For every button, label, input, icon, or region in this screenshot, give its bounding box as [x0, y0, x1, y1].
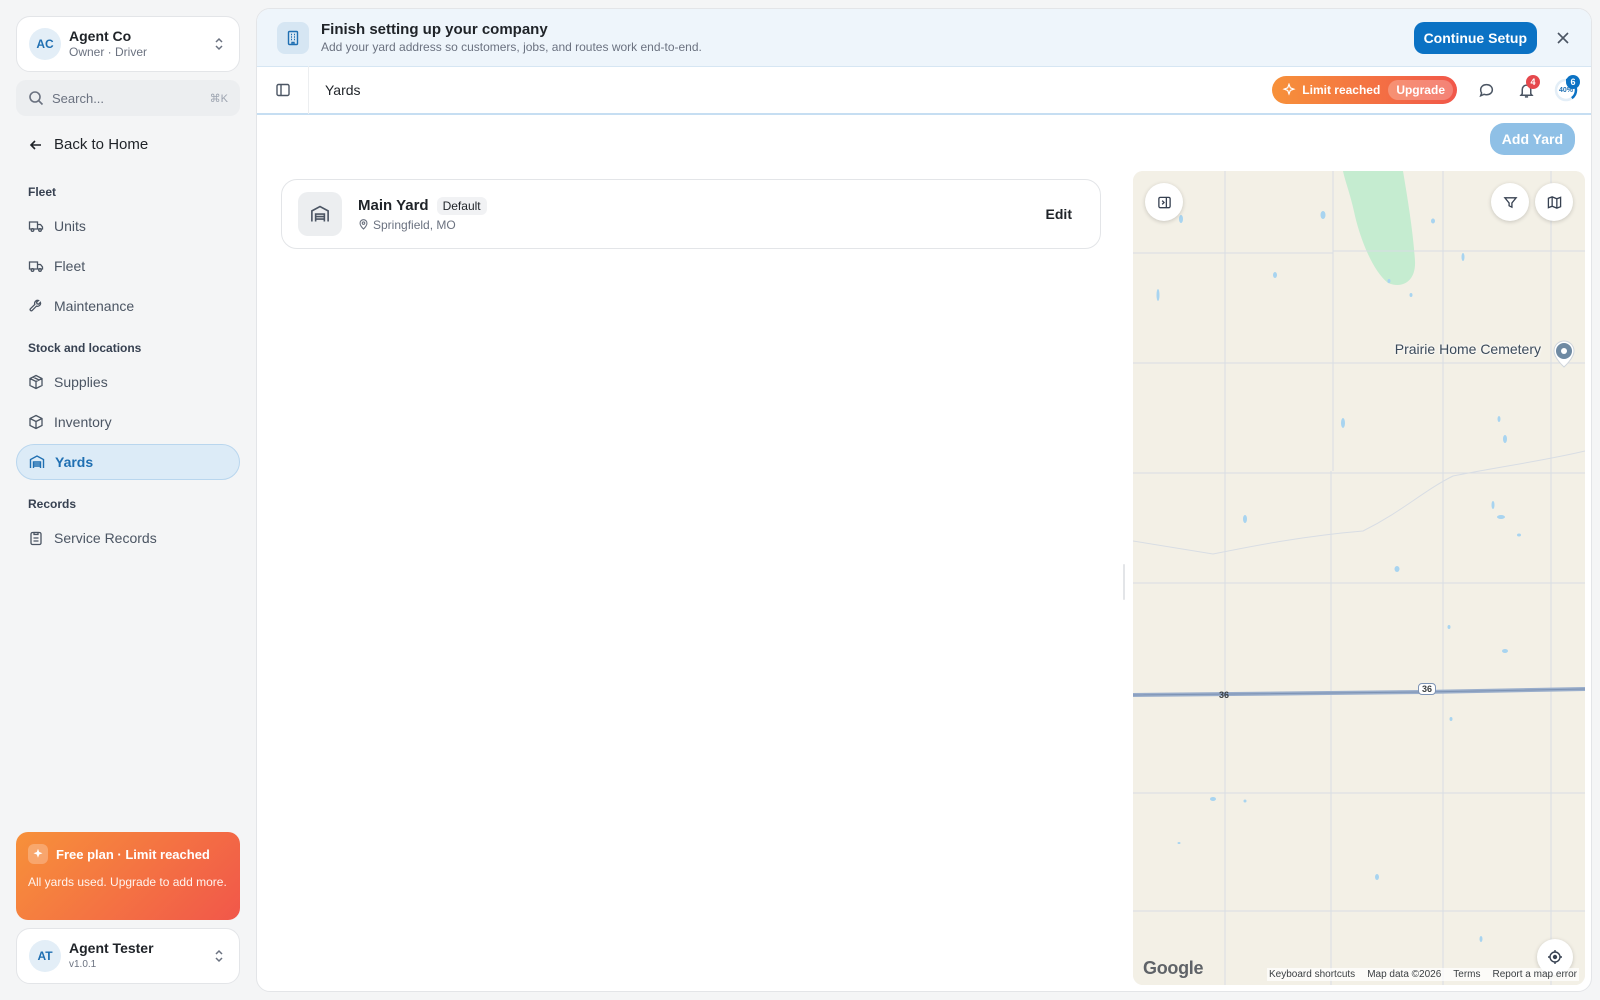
- sidebar-toggle-icon[interactable]: [257, 66, 309, 114]
- close-icon[interactable]: [1553, 28, 1573, 48]
- collapse-panel-icon[interactable]: [1145, 183, 1183, 221]
- breadcrumb: Yards: [325, 82, 361, 98]
- sidebar-item-service-records[interactable]: Service Records: [16, 520, 240, 556]
- sidebar-item-label: Service Records: [54, 530, 157, 546]
- sidebar-item-label: Inventory: [54, 414, 112, 430]
- warehouse-icon: [298, 192, 342, 236]
- sidebar-item-inventory[interactable]: Inventory: [16, 404, 240, 440]
- banner-subtitle: Add your yard address so customers, jobs…: [321, 39, 702, 54]
- chevrons-up-down-icon: [215, 949, 223, 963]
- sidebar-item-maintenance[interactable]: Maintenance: [16, 288, 240, 324]
- promo-body: All yards used. Upgrade to add more.: [28, 875, 227, 889]
- yard-card[interactable]: Main Yard Default Springfield, MO Edit: [281, 179, 1101, 249]
- user-menu[interactable]: AT Agent Tester v1.0.1: [16, 928, 240, 984]
- setup-banner: Finish setting up your company Add your …: [257, 9, 1591, 67]
- map-tiles: [1133, 171, 1585, 985]
- nav-section-records: Records: [28, 497, 77, 511]
- continue-setup-button[interactable]: Continue Setup: [1413, 21, 1537, 54]
- truck-icon: [28, 261, 44, 272]
- sidebar-item-fleet[interactable]: Fleet: [16, 248, 240, 284]
- banner-title: Finish setting up your company: [321, 20, 548, 38]
- chevrons-up-down-icon: [215, 37, 223, 51]
- setup-count-badge: 6: [1566, 75, 1580, 89]
- top-bar: Yards Limit reached Upgrade 4 40% 6: [257, 66, 1591, 115]
- filter-icon[interactable]: [1491, 183, 1529, 221]
- search-shortcut: ⌘K: [209, 92, 228, 105]
- user-avatar: AT: [29, 940, 61, 972]
- org-avatar: AC: [29, 28, 61, 60]
- promo-title: Free plan · Limit reached: [56, 846, 210, 862]
- edit-yard-button[interactable]: Edit: [1034, 200, 1084, 228]
- search-input[interactable]: Search... ⌘K: [16, 80, 240, 116]
- clipboard-icon: [30, 531, 42, 546]
- wrench-icon: [29, 299, 42, 312]
- yards-map[interactable]: Prairie Home Cemetery 36 36 Google Keybo…: [1133, 171, 1585, 985]
- route-label: 36: [1219, 690, 1230, 700]
- yard-location: Springfield, MO: [373, 217, 456, 232]
- back-to-home-link[interactable]: Back to Home: [28, 136, 148, 153]
- search-icon: [29, 91, 44, 106]
- add-yard-button[interactable]: Add Yard: [1489, 123, 1575, 155]
- package-icon: [29, 374, 43, 390]
- sidebar-item-label: Fleet: [54, 258, 86, 274]
- sidebar-item-units[interactable]: Units: [16, 208, 240, 244]
- bell-icon[interactable]: 4: [1507, 71, 1545, 109]
- sidebar-item-supplies[interactable]: Supplies: [16, 364, 240, 400]
- sidebar-item-label: Units: [54, 218, 86, 234]
- limit-label: Limit reached: [1302, 83, 1381, 97]
- nav-section-fleet: Fleet: [28, 185, 57, 199]
- sidebar-item-label: Maintenance: [54, 298, 135, 314]
- terms-link[interactable]: Terms: [1453, 969, 1480, 980]
- app-version: v1.0.1: [69, 959, 97, 970]
- limit-reached-pill[interactable]: Limit reached Upgrade: [1272, 76, 1457, 104]
- keyboard-shortcuts-link[interactable]: Keyboard shortcuts: [1269, 969, 1355, 980]
- arrow-left-icon: [29, 139, 41, 150]
- setup-progress-ring[interactable]: 40% 6: [1547, 71, 1585, 109]
- upgrade-button[interactable]: Upgrade: [1388, 80, 1453, 100]
- box-icon: [29, 414, 43, 430]
- map-pin-icon[interactable]: [1551, 339, 1577, 372]
- user-name: Agent Tester: [69, 940, 154, 956]
- building-icon: [277, 21, 309, 54]
- upgrade-promo-card[interactable]: Free plan · Limit reached All yards used…: [16, 832, 240, 920]
- nav-section-stock: Stock and locations: [28, 341, 142, 355]
- sidebar: AC Agent Co Owner · Driver Search... ⌘K …: [0, 0, 256, 1000]
- search-placeholder: Search...: [52, 90, 105, 106]
- warehouse-icon: [29, 455, 45, 468]
- map-attribution: Keyboard shortcuts Map data ©2026 Terms …: [1267, 968, 1579, 981]
- map-poi-label: Prairie Home Cemetery: [1394, 341, 1541, 357]
- map-data-text: Map data ©2026: [1367, 969, 1442, 980]
- main-panel: Finish setting up your company Add your …: [256, 8, 1592, 992]
- back-label: Back to Home: [54, 136, 149, 153]
- org-switcher[interactable]: AC Agent Co Owner · Driver: [16, 16, 240, 72]
- org-name: Agent Co: [69, 28, 132, 44]
- sidebar-item-label: Supplies: [54, 374, 108, 390]
- route-shield: 36: [1418, 683, 1437, 695]
- yard-name: Main Yard: [358, 197, 429, 214]
- sparkles-icon: [28, 844, 48, 864]
- map-pin-icon: [359, 219, 368, 230]
- sparkles-icon: [1282, 83, 1296, 96]
- google-logo: Google: [1143, 958, 1204, 978]
- default-badge: Default: [436, 196, 487, 215]
- sidebar-item-label: Yards: [55, 454, 94, 470]
- resize-handle[interactable]: [1123, 564, 1125, 600]
- sidebar-item-yards[interactable]: Yards: [16, 444, 240, 480]
- map-layers-icon[interactable]: [1535, 183, 1573, 221]
- notification-count-badge: 4: [1526, 75, 1540, 89]
- report-map-error-link[interactable]: Report a map error: [1493, 969, 1577, 980]
- org-role: Owner · Driver: [69, 45, 148, 59]
- chat-icon[interactable]: [1467, 71, 1505, 109]
- truck-icon: [28, 221, 44, 232]
